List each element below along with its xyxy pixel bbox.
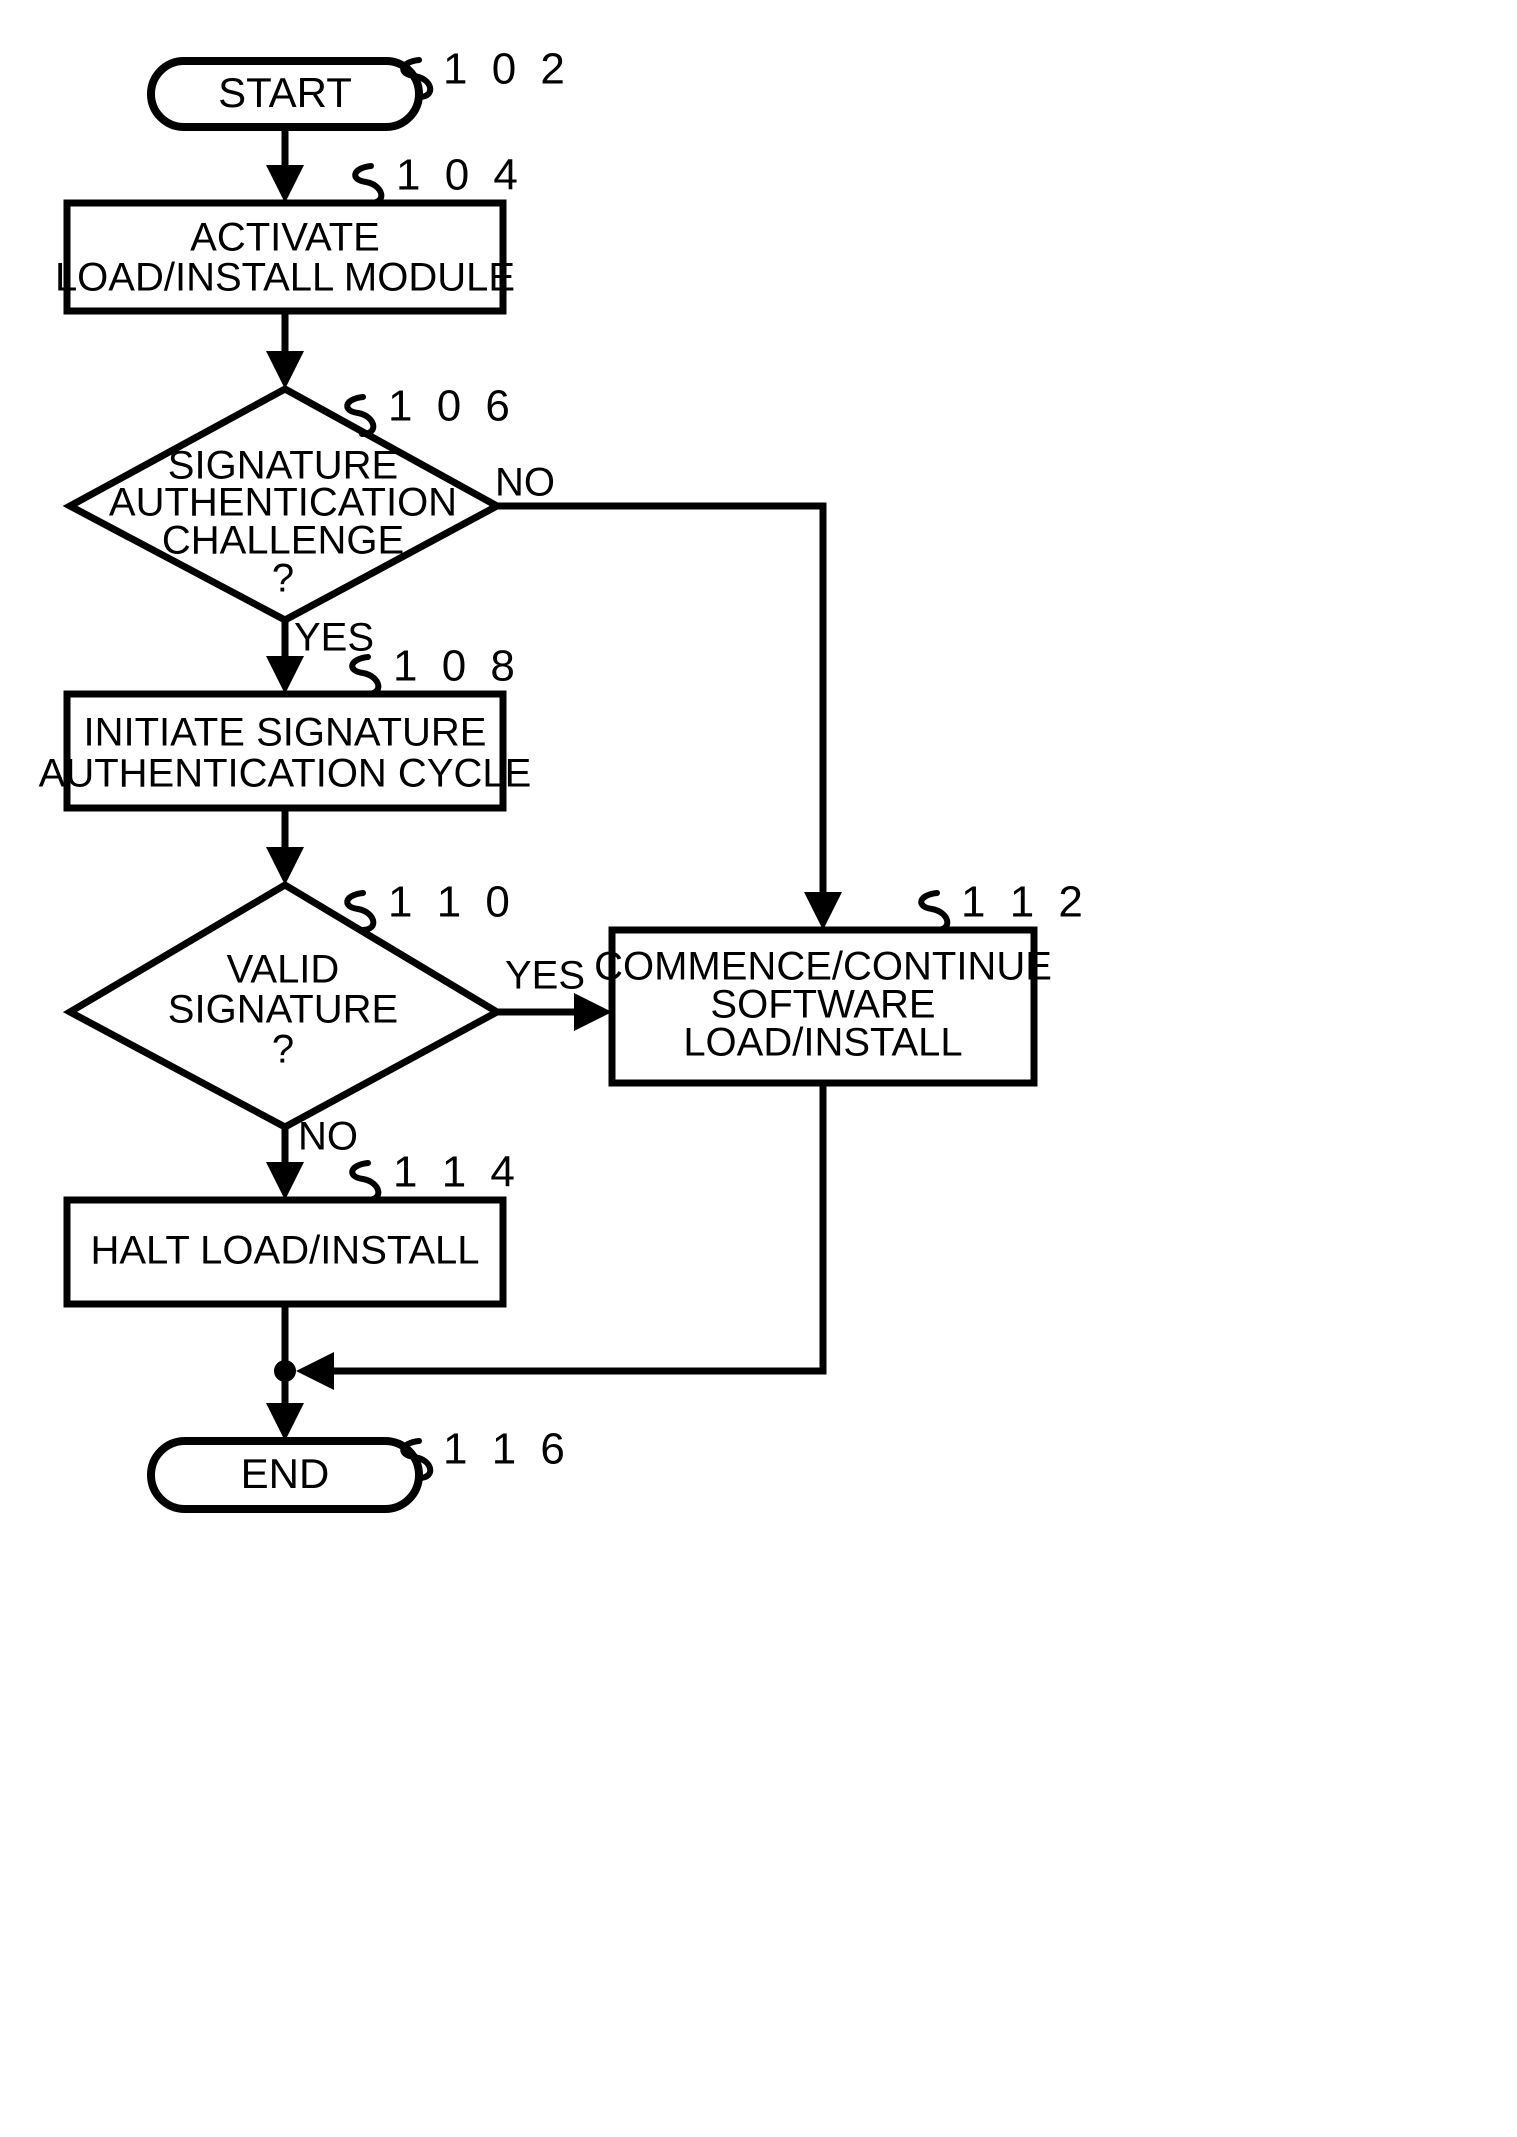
ref-number-104: 1 0 4 bbox=[396, 151, 524, 200]
node-end: END bbox=[147, 1437, 423, 1513]
flowchart-canvas: START 1 0 2 ACTIVATE LOAD/INSTALL MODULE… bbox=[39, 45, 1089, 1513]
activate-label-line1: ACTIVATE bbox=[190, 216, 380, 260]
ref-leader-110: 1 1 0 bbox=[344, 878, 516, 933]
arrowhead-icon bbox=[804, 892, 842, 930]
initiate-label-line2: AUTHENTICATION CYCLE bbox=[39, 752, 532, 796]
valid-label-line2: SIGNATURE bbox=[168, 988, 398, 1032]
connector-junction-to-end bbox=[266, 1371, 304, 1441]
branch-label-valid-no: NO bbox=[298, 1115, 358, 1159]
patent-flowchart-figure: START 1 0 2 ACTIVATE LOAD/INSTALL MODULE… bbox=[0, 0, 1517, 2137]
ref-leader-108: 1 0 8 bbox=[349, 642, 521, 697]
branch-label-challenge-yes: YES bbox=[294, 616, 374, 660]
ref-leader-102: 1 0 2 bbox=[400, 45, 571, 100]
ref-number-110: 1 1 0 bbox=[388, 878, 516, 927]
initiate-label-line1: INITIATE SIGNATURE bbox=[84, 711, 487, 755]
ref-number-106: 1 0 6 bbox=[388, 382, 516, 431]
ref-leader-106: 1 0 6 bbox=[344, 382, 516, 437]
arrowhead-icon bbox=[266, 1162, 304, 1200]
node-activate: ACTIVATE LOAD/INSTALL MODULE bbox=[55, 199, 515, 315]
ref-leader-114: 1 1 4 bbox=[349, 1148, 521, 1203]
challenge-label-line4: ? bbox=[272, 557, 294, 601]
commence-label-line3: LOAD/INSTALL bbox=[683, 1021, 962, 1065]
arrowhead-icon bbox=[296, 1352, 334, 1390]
start-label: START bbox=[218, 69, 352, 116]
node-commence: COMMENCE/CONTINUE SOFTWARE LOAD/INSTALL bbox=[594, 926, 1052, 1087]
ref-leader-112: 1 1 2 bbox=[918, 878, 1089, 933]
connector-challenge-no-to-commence bbox=[497, 502, 842, 930]
ref-number-108: 1 0 8 bbox=[393, 642, 521, 691]
node-halt: HALT LOAD/INSTALL bbox=[63, 1196, 507, 1308]
ref-number-112: 1 1 2 bbox=[961, 878, 1089, 927]
arrowhead-icon bbox=[266, 165, 304, 203]
ref-leader-104: 1 0 4 bbox=[352, 151, 524, 206]
ref-number-102: 1 0 2 bbox=[443, 45, 571, 94]
arrowhead-icon bbox=[574, 993, 612, 1031]
arrowhead-icon bbox=[266, 656, 304, 694]
ref-leader-116: 1 1 6 bbox=[400, 1425, 571, 1481]
connector-start-to-activate bbox=[266, 126, 304, 203]
ref-number-116: 1 1 6 bbox=[443, 1425, 571, 1474]
branch-label-challenge-no: NO bbox=[495, 461, 555, 505]
arrowhead-icon bbox=[266, 1403, 304, 1441]
valid-label-line3: ? bbox=[272, 1028, 294, 1072]
halt-label-line1: HALT LOAD/INSTALL bbox=[90, 1229, 479, 1273]
valid-label-line1: VALID bbox=[227, 948, 340, 992]
activate-label-line2: LOAD/INSTALL MODULE bbox=[55, 256, 515, 300]
connector-initiate-to-valid bbox=[266, 808, 304, 885]
connector-activate-to-challenge bbox=[266, 311, 304, 389]
arrowhead-icon bbox=[266, 847, 304, 885]
arrowhead-icon bbox=[266, 351, 304, 389]
node-start: START bbox=[147, 57, 423, 131]
branch-label-valid-yes: YES bbox=[505, 954, 585, 998]
node-initiate: INITIATE SIGNATURE AUTHENTICATION CYCLE bbox=[39, 690, 532, 812]
end-label: END bbox=[241, 1450, 330, 1497]
ref-number-114: 1 1 4 bbox=[393, 1148, 521, 1197]
connector-valid-yes-to-commence bbox=[497, 993, 612, 1031]
